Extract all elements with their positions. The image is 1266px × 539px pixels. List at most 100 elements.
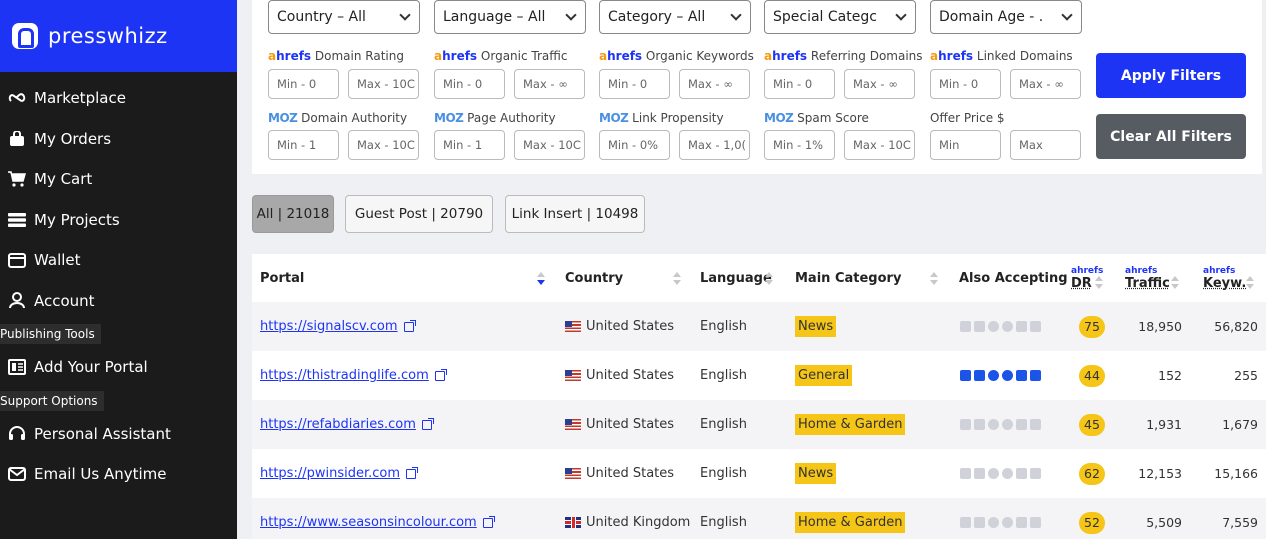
traffic-max-input[interactable]: Max - ∞ bbox=[514, 69, 585, 99]
header-main-category[interactable]: Main Category bbox=[795, 254, 901, 302]
user-icon bbox=[6, 292, 28, 310]
domain-age-select[interactable]: Domain Age - . bbox=[930, 0, 1082, 34]
propensity-min-input[interactable]: Min - 0% bbox=[599, 130, 670, 160]
sort-icon[interactable] bbox=[1095, 276, 1103, 290]
brand-header[interactable]: presswhizz bbox=[0, 0, 237, 72]
dr-cell: 45 bbox=[1079, 400, 1105, 449]
traffic-min-input[interactable]: Min - 0 bbox=[434, 69, 505, 99]
category-badge: News bbox=[795, 463, 837, 484]
external-link-icon[interactable] bbox=[434, 368, 447, 381]
filters-panel: Country – All Language – All Category – … bbox=[252, 0, 1262, 174]
keywords-cell: 1,679 bbox=[1222, 417, 1258, 432]
ahrefs-icon: ahrefs bbox=[764, 49, 808, 63]
sort-icon[interactable] bbox=[765, 272, 773, 286]
country-text: United States bbox=[586, 319, 675, 334]
external-link-icon[interactable] bbox=[403, 319, 416, 332]
portal-link[interactable]: https://refabdiaries.com bbox=[260, 417, 416, 432]
spam-max-input[interactable]: Max - 10C bbox=[844, 130, 915, 160]
tab-link-insert[interactable]: Link Insert | 10498 bbox=[505, 195, 645, 233]
da-min-input[interactable]: Min - 1 bbox=[268, 130, 339, 160]
also-accepting-cell bbox=[960, 449, 1041, 498]
external-link-icon[interactable] bbox=[482, 515, 495, 528]
da-max-input[interactable]: Max - 10C bbox=[348, 130, 419, 160]
keywords-cell: 56,820 bbox=[1214, 319, 1258, 334]
clear-filters-button[interactable]: Clear All Filters bbox=[1096, 114, 1246, 159]
sidebar-item-marketplace[interactable]: Marketplace bbox=[0, 78, 237, 119]
linked-min-input[interactable]: Min - 0 bbox=[930, 69, 1001, 99]
crypto-icon bbox=[988, 517, 999, 528]
tab-all[interactable]: All | 21018 bbox=[252, 195, 334, 233]
country-cell: United States bbox=[565, 400, 674, 449]
portal-link[interactable]: https://signalscv.com bbox=[260, 319, 398, 334]
portal-link[interactable]: https://pwinsider.com bbox=[260, 466, 400, 481]
sidebar-item-my-projects[interactable]: My Projects bbox=[0, 200, 237, 241]
traffic-cell: 152 bbox=[1158, 368, 1182, 383]
header-country[interactable]: Country bbox=[565, 254, 623, 302]
sponsored-icon bbox=[960, 370, 971, 381]
sponsored-icon bbox=[960, 321, 971, 332]
country-select-value: Country – All bbox=[277, 9, 366, 25]
price-max-input[interactable]: Max bbox=[1010, 130, 1081, 160]
sidebar-item-account[interactable]: Account bbox=[0, 281, 237, 322]
chevron-down-icon bbox=[895, 9, 907, 21]
keywords-max-input[interactable]: Max - ∞ bbox=[679, 69, 750, 99]
referring-max-input[interactable]: Max - ∞ bbox=[844, 69, 915, 99]
pa-max-input[interactable]: Max - 10C bbox=[514, 130, 585, 160]
language-select[interactable]: Language – All bbox=[434, 0, 586, 34]
portal-link[interactable]: https://www.seasonsincolour.com bbox=[260, 515, 477, 530]
external-link-icon[interactable] bbox=[406, 466, 419, 479]
sort-icon[interactable] bbox=[537, 272, 545, 286]
dr-max-input[interactable]: Max - 10C bbox=[348, 69, 419, 99]
sidebar-item-label: Email Us Anytime bbox=[34, 465, 167, 484]
dr-min-input[interactable]: Min - 0 bbox=[268, 69, 339, 99]
category-select[interactable]: Category – All bbox=[599, 0, 751, 34]
country-text: United Kingdom bbox=[586, 515, 691, 530]
crypto-icon bbox=[988, 321, 999, 332]
spam-min-input[interactable]: Min - 1% bbox=[764, 130, 835, 160]
external-link-icon[interactable] bbox=[421, 417, 434, 430]
country-select[interactable]: Country – All bbox=[268, 0, 420, 34]
header-traffic[interactable]: ahrefs Traffic bbox=[1125, 254, 1170, 302]
header-language[interactable]: Language bbox=[700, 254, 772, 302]
referring-min-input[interactable]: Min - 0 bbox=[764, 69, 835, 99]
sidebar-item-email-us[interactable]: Email Us Anytime bbox=[0, 454, 237, 495]
apply-filters-button[interactable]: Apply Filters bbox=[1096, 53, 1246, 98]
special-category-select[interactable]: Special Categc bbox=[764, 0, 916, 34]
dr-badge: 45 bbox=[1079, 413, 1105, 436]
mail-icon bbox=[6, 465, 28, 483]
dr-badge: 62 bbox=[1079, 462, 1105, 485]
sort-icon[interactable] bbox=[1246, 276, 1254, 290]
portal-cell: https://pwinsider.com bbox=[260, 449, 419, 498]
sidebar-item-my-orders[interactable]: My Orders bbox=[0, 119, 237, 160]
category-cell: Home & Garden bbox=[795, 400, 906, 449]
casino-icon bbox=[1002, 321, 1013, 332]
marketplace-icon bbox=[6, 89, 28, 107]
category-cell: News bbox=[795, 302, 837, 351]
price-min-input[interactable]: Min bbox=[930, 130, 1001, 160]
propensity-max-input[interactable]: Max - 1,0( bbox=[679, 130, 750, 160]
trading-icon bbox=[1016, 321, 1027, 332]
ahrefs-icon: ahrefs bbox=[930, 49, 974, 63]
presswhizz-logo-icon bbox=[12, 23, 38, 49]
header-portal[interactable]: Portal bbox=[260, 254, 304, 302]
referring-domains-label: ahrefs Referring Domains bbox=[764, 49, 923, 63]
link-propensity-label: MOZ Link Propensity bbox=[599, 111, 724, 125]
tab-guest-post[interactable]: Guest Post | 20790 bbox=[345, 195, 493, 233]
category-badge: Home & Garden bbox=[795, 414, 906, 435]
trading-icon bbox=[1016, 517, 1027, 528]
sort-icon[interactable] bbox=[1171, 276, 1179, 290]
sidebar: presswhizz Marketplace My Orders My Cart… bbox=[0, 0, 237, 539]
portal-link[interactable]: https://thistradinglife.com bbox=[260, 368, 429, 383]
chevron-down-icon bbox=[730, 9, 742, 21]
header-keywords[interactable]: ahrefs Keyw. bbox=[1203, 254, 1246, 302]
sidebar-item-my-cart[interactable]: My Cart bbox=[0, 159, 237, 200]
sidebar-item-add-your-portal[interactable]: Add Your Portal bbox=[0, 347, 237, 388]
linked-max-input[interactable]: Max - ∞ bbox=[1010, 69, 1081, 99]
keywords-min-input[interactable]: Min - 0 bbox=[599, 69, 670, 99]
sort-icon[interactable] bbox=[673, 272, 681, 286]
sort-icon[interactable] bbox=[930, 272, 938, 286]
sidebar-item-personal-assistant[interactable]: Personal Assistant bbox=[0, 414, 237, 455]
sidebar-item-wallet[interactable]: Wallet bbox=[0, 240, 237, 281]
pa-min-input[interactable]: Min - 1 bbox=[434, 130, 505, 160]
keywords-cell: 255 bbox=[1234, 368, 1258, 383]
